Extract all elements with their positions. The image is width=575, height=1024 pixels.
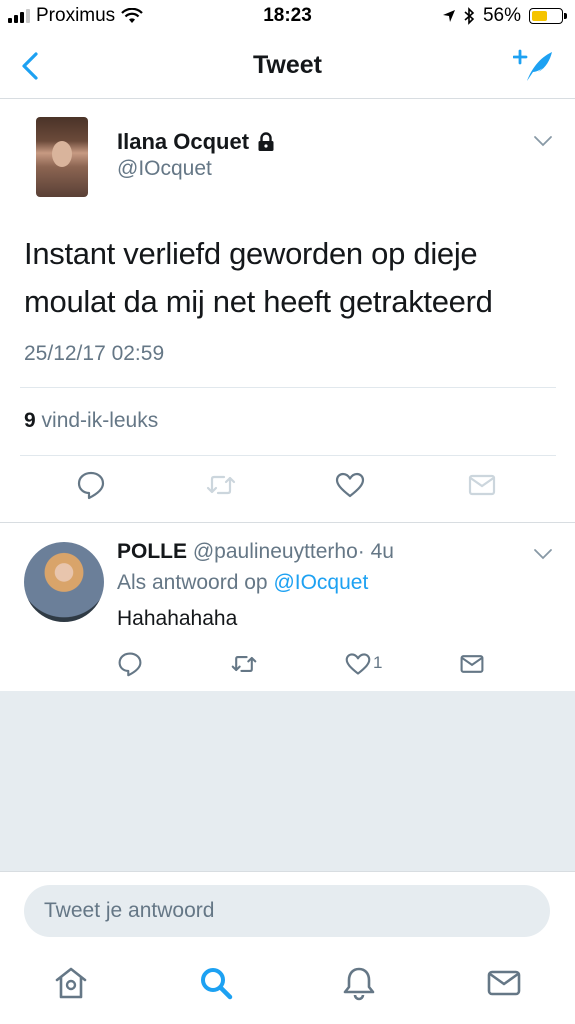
- reply-icon[interactable]: [76, 470, 106, 500]
- location-arrow-icon: [442, 10, 455, 22]
- likes-label: vind-ik-leuks: [41, 409, 159, 432]
- divider: [20, 387, 556, 388]
- tweet-options-chevron-icon[interactable]: [533, 134, 553, 148]
- battery-percent: 56%: [482, 5, 521, 26]
- home-icon[interactable]: [53, 965, 89, 1001]
- status-bar: Proximus 18:23 56%: [0, 0, 575, 34]
- author-name[interactable]: Ilana Ocquet: [117, 129, 249, 155]
- reply-composer: [0, 871, 575, 952]
- in-reply-prefix: Als antwoord op: [117, 571, 268, 594]
- reply-author-name[interactable]: POLLE: [117, 540, 187, 563]
- search-icon[interactable]: [198, 965, 234, 1001]
- in-reply-to: Als antwoord op @IOcquet: [117, 571, 368, 595]
- tab-bar: [0, 951, 575, 1024]
- reply-options-chevron-icon[interactable]: [533, 547, 553, 561]
- reply-author-line[interactable]: POLLE @paulineuytterho· 4u: [117, 540, 394, 564]
- like-heart-icon[interactable]: [335, 470, 365, 500]
- reply-time-ago: · 4u: [357, 540, 394, 563]
- like-heart-icon[interactable]: [345, 651, 371, 677]
- reply-input[interactable]: [24, 885, 550, 937]
- retweet-icon[interactable]: [231, 651, 257, 677]
- status-right: 56%: [442, 5, 567, 27]
- divider: [20, 455, 556, 456]
- navigation-bar: Tweet: [0, 34, 575, 99]
- author-handle[interactable]: @IOcquet: [117, 157, 212, 181]
- messages-icon[interactable]: [486, 965, 522, 1001]
- lock-icon: [258, 132, 274, 151]
- reply-like-count: 1: [373, 653, 383, 672]
- direct-message-disabled-icon: [468, 474, 496, 496]
- direct-message-icon[interactable]: [459, 651, 485, 677]
- notifications-icon[interactable]: [341, 965, 377, 1001]
- reply-tweet[interactable]: POLLE @paulineuytterho· 4u Als antwoord …: [0, 522, 575, 692]
- tweet-actions: [0, 470, 575, 506]
- battery-fill: [532, 11, 547, 21]
- likes-summary[interactable]: 9 vind-ik-leuks: [24, 409, 158, 433]
- reply-author-handle[interactable]: @paulineuytterho: [193, 540, 358, 563]
- likes-count: 9: [24, 409, 36, 432]
- author-avatar[interactable]: [36, 117, 88, 197]
- reply-author-avatar[interactable]: [24, 542, 104, 622]
- tweet-timestamp: 25/12/17 02:59: [24, 342, 165, 365]
- bluetooth-icon: [464, 7, 475, 25]
- reply-text: Hahahahaha: [117, 607, 238, 630]
- author-name-row[interactable]: Ilana Ocquet: [117, 129, 275, 155]
- reply-icon[interactable]: [117, 651, 143, 677]
- page-title: Tweet: [253, 51, 322, 79]
- retweet-disabled-icon: [206, 475, 236, 495]
- battery-icon: [529, 8, 567, 24]
- empty-timeline-area: [0, 691, 575, 871]
- compose-tweet-icon[interactable]: [513, 48, 555, 84]
- tweet-text: Instant verliefd geworden op dieje moula…: [24, 236, 493, 319]
- in-reply-handle-link[interactable]: @IOcquet: [273, 571, 368, 594]
